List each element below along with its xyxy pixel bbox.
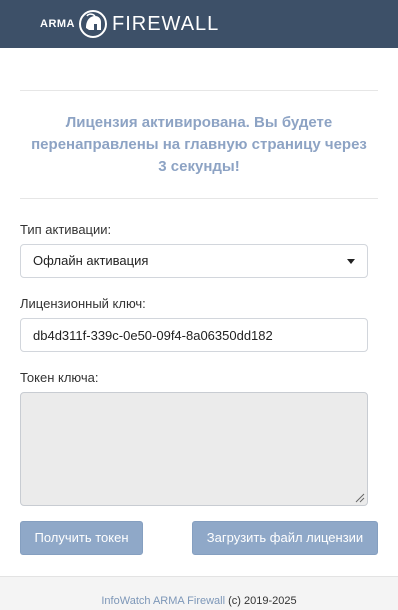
license-key-input[interactable] <box>20 318 368 352</box>
activation-success-message: Лицензия активирована. Вы будете перенап… <box>31 114 367 175</box>
caret-down-icon <box>347 259 355 264</box>
license-key-label: Лицензионный ключ: <box>20 296 146 311</box>
activation-type-value: Офлайн активация <box>33 253 149 268</box>
activation-type-label: Тип активации: <box>20 222 112 237</box>
footer: InfoWatch ARMA Firewall (c) 2019-2025 <box>0 576 398 610</box>
footer-copyright: (c) 2019-2025 <box>228 595 297 607</box>
get-token-button[interactable]: Получить токен <box>20 521 143 555</box>
arma-firewall-logo[interactable]: ARMA FIREWALL <box>40 8 219 40</box>
activation-type-select[interactable]: Офлайн активация <box>20 244 368 278</box>
footer-product-link[interactable]: InfoWatch ARMA Firewall <box>101 595 225 607</box>
resize-grip-icon[interactable] <box>355 493 365 503</box>
key-token-textarea[interactable] <box>20 392 368 506</box>
key-token-label: Токен ключа: <box>20 370 99 385</box>
upload-license-button[interactable]: Загрузить файл лицензии <box>192 521 378 555</box>
top-divider <box>20 90 378 91</box>
message-divider <box>20 198 378 199</box>
helmet-logo-icon <box>79 10 107 38</box>
logo-brand-text: ARMA <box>40 18 75 30</box>
top-bar: ARMA FIREWALL <box>0 0 398 48</box>
logo-product-text: FIREWALL <box>112 12 220 35</box>
